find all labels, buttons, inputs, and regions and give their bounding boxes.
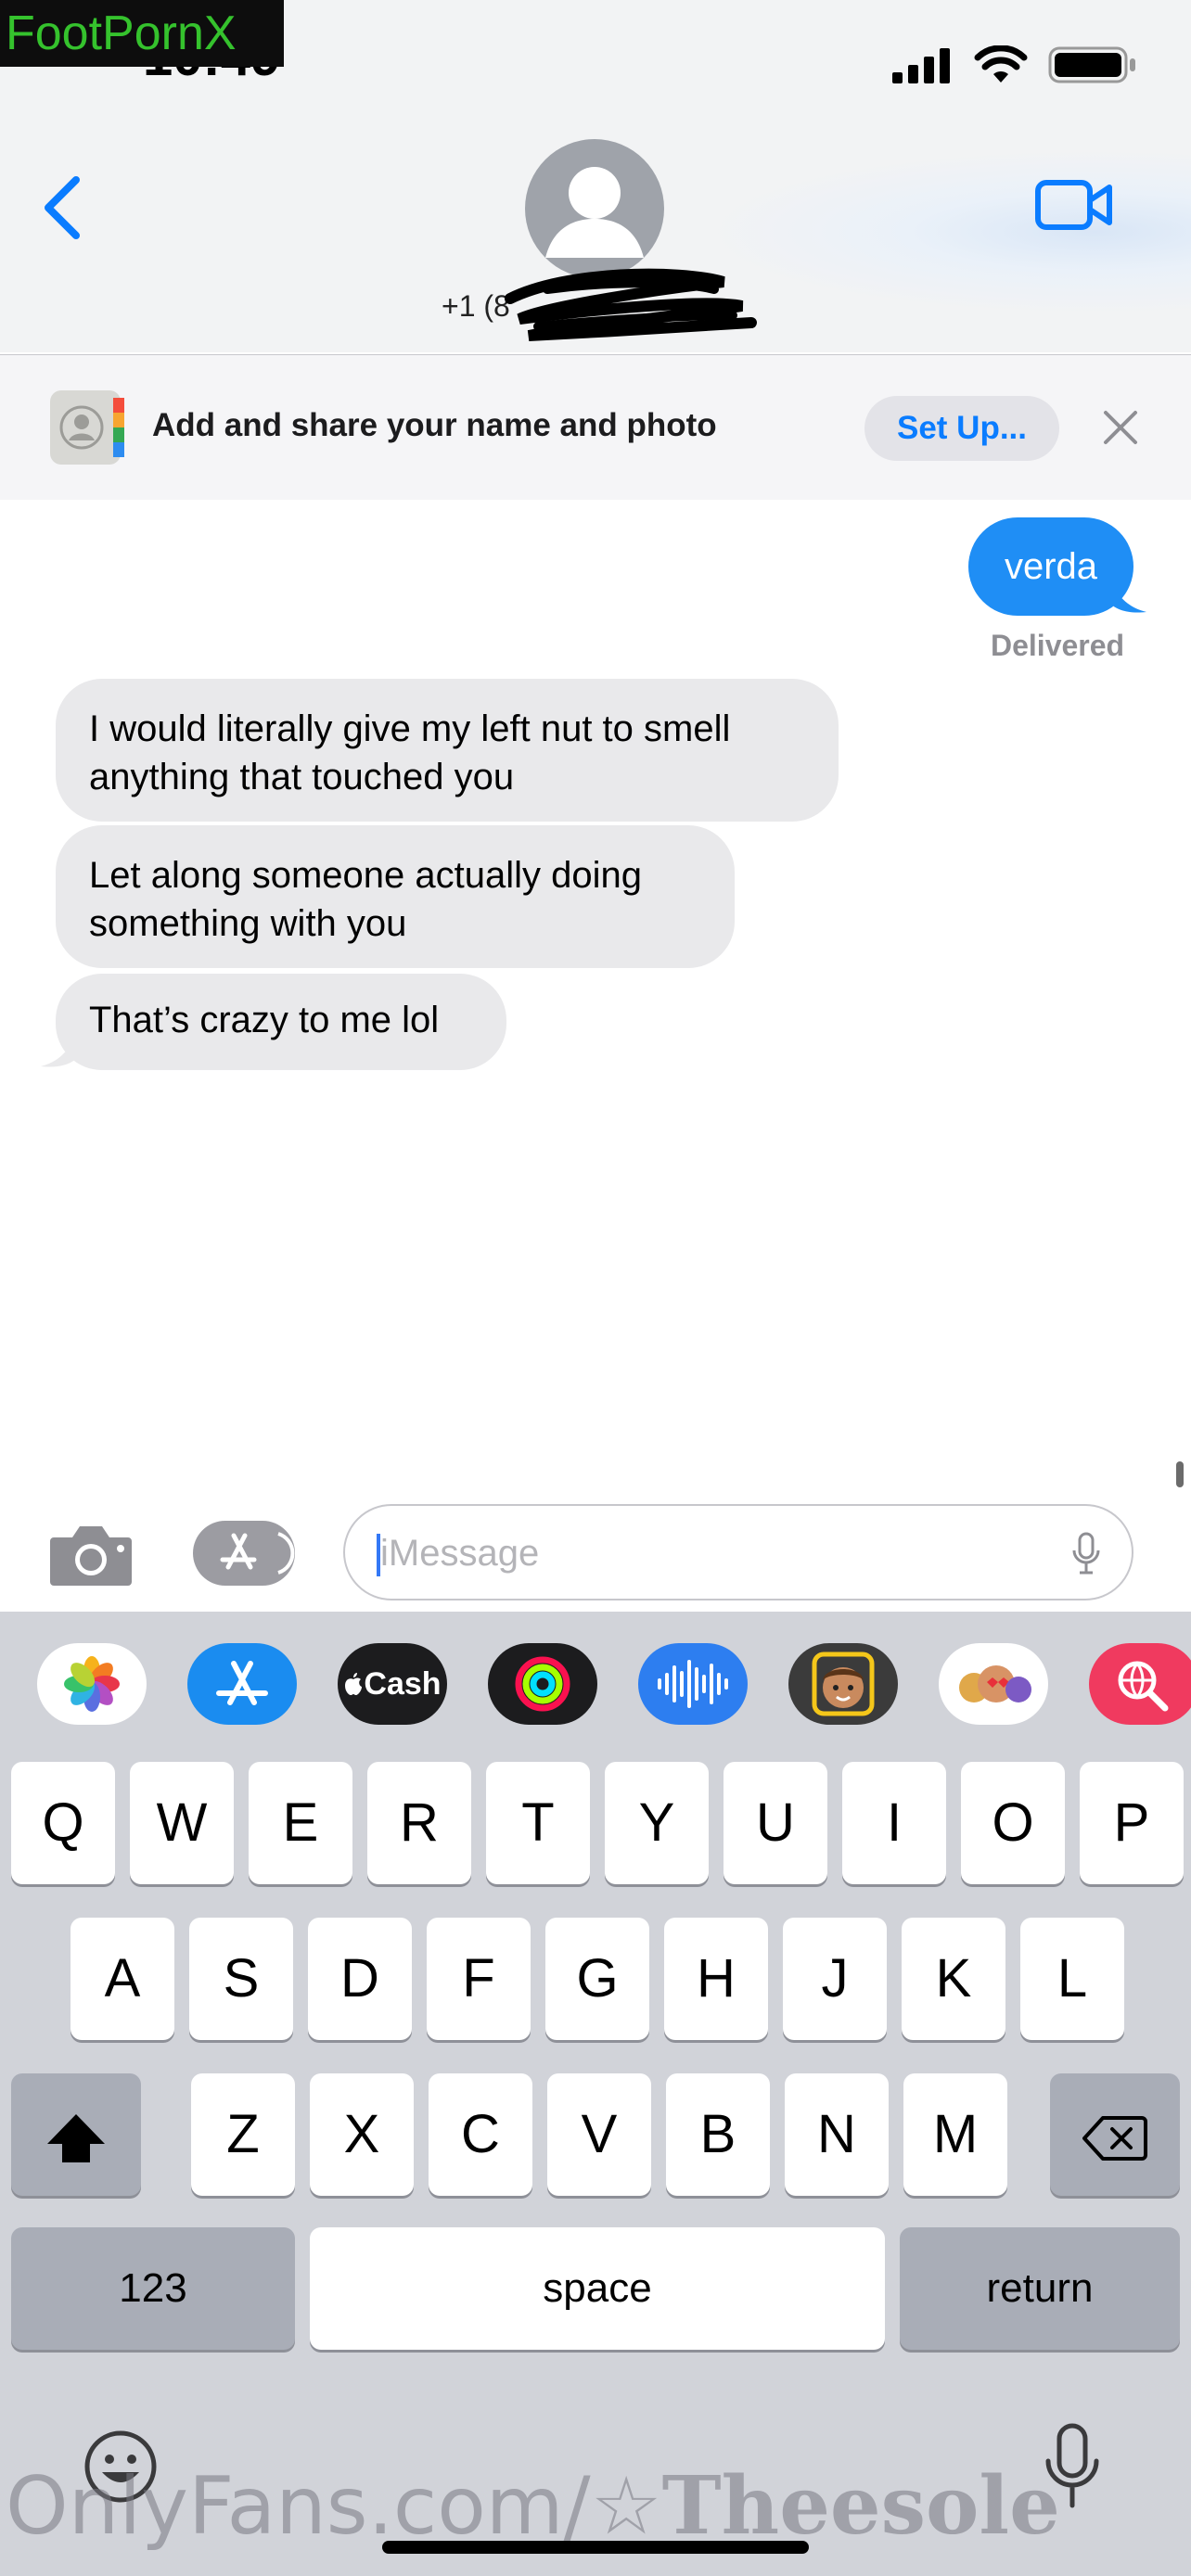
- key-d[interactable]: D: [308, 1918, 412, 2040]
- activity-icon[interactable]: [488, 1643, 597, 1725]
- scroll-indicator[interactable]: [1176, 1461, 1184, 1487]
- backspace-icon: [1082, 2115, 1147, 2161]
- imessage-text-input[interactable]: [378, 1523, 1031, 1584]
- key-r[interactable]: R: [367, 1762, 471, 1884]
- memoji-icon[interactable]: [788, 1643, 898, 1725]
- shift-arrow-icon: [47, 2113, 105, 2162]
- app-store-glyph: [216, 1661, 268, 1705]
- incoming-message[interactable]: I would literally give my left nut to sm…: [56, 679, 839, 822]
- key-m[interactable]: M: [903, 2073, 1007, 2196]
- cellular-signal-icon: [892, 48, 950, 83]
- watermark-site: OnlyFans.com/: [6, 2460, 591, 2553]
- activity-rings-icon: [515, 1656, 570, 1712]
- key-s[interactable]: S: [189, 1918, 293, 2040]
- app-drawer-button[interactable]: [193, 1521, 295, 1586]
- name-photo-setup-banner: Add and share your name and photo Set Up…: [0, 354, 1191, 500]
- close-icon[interactable]: [1100, 407, 1141, 448]
- key-k[interactable]: K: [902, 1918, 1005, 2040]
- globe-search-icon: [1118, 1661, 1169, 1712]
- key-i[interactable]: I: [842, 1762, 946, 1884]
- incoming-message[interactable]: That’s crazy to me lol: [56, 974, 506, 1070]
- key-y[interactable]: Y: [605, 1762, 709, 1884]
- conversation-header: 10:49 +1 (8 F: [0, 0, 1191, 352]
- web-search-icon[interactable]: [1089, 1643, 1191, 1725]
- key-x[interactable]: X: [310, 2073, 414, 2196]
- key-g[interactable]: G: [545, 1918, 649, 2040]
- photos-icon[interactable]: [37, 1643, 147, 1725]
- battery-icon: [1048, 46, 1135, 83]
- status-icons: [892, 45, 1137, 85]
- key-a[interactable]: A: [70, 1918, 174, 2040]
- space-key[interactable]: space: [310, 2227, 885, 2350]
- key-o[interactable]: O: [961, 1762, 1065, 1884]
- home-indicator[interactable]: [382, 2541, 809, 2554]
- back-chevron-icon[interactable]: [37, 172, 93, 243]
- key-u[interactable]: U: [724, 1762, 827, 1884]
- key-b[interactable]: B: [666, 2073, 770, 2196]
- sticker-faces-icon: [959, 1665, 1031, 1702]
- contact-avatar[interactable]: [525, 139, 664, 278]
- wifi-icon: [974, 45, 1028, 83]
- imessage-input-field[interactable]: [343, 1504, 1133, 1600]
- keyboard: Cash Q W E R T Y U I O P A S D F G H J K…: [0, 1612, 1191, 2576]
- setup-banner-text: Add and share your name and photo: [152, 407, 717, 443]
- key-w[interactable]: W: [130, 1762, 234, 1884]
- set-up-button[interactable]: Set Up...: [864, 396, 1059, 461]
- incoming-message[interactable]: Let along someone actually doing somethi…: [56, 825, 735, 968]
- key-v[interactable]: V: [547, 2073, 651, 2196]
- key-l[interactable]: L: [1020, 1918, 1124, 2040]
- redaction-scribble: [505, 268, 757, 341]
- imessage-app-strip: Cash: [0, 1612, 1191, 1764]
- contacts-card-icon: [50, 390, 124, 465]
- app-store-a-icon: [220, 1532, 295, 1575]
- memoji-face-icon: [812, 1651, 875, 1716]
- watermark-name: Theesole: [661, 2459, 1060, 2553]
- watermark-star: ☆: [590, 2460, 662, 2553]
- sound-wave-icon: [658, 1660, 728, 1708]
- key-c[interactable]: C: [429, 2073, 532, 2196]
- camera-icon[interactable]: [48, 1521, 134, 1588]
- outgoing-message[interactable]: verda: [968, 517, 1133, 616]
- key-e[interactable]: E: [249, 1762, 352, 1884]
- key-t[interactable]: T: [486, 1762, 590, 1884]
- shift-key[interactable]: [11, 2073, 141, 2196]
- person-silhouette-icon: [545, 167, 644, 258]
- numbers-key[interactable]: 123: [11, 2227, 295, 2350]
- microphone-icon[interactable]: [1072, 1532, 1100, 1575]
- memoji-stickers-icon[interactable]: [939, 1643, 1048, 1725]
- voice-memo-icon[interactable]: [638, 1643, 748, 1725]
- key-q[interactable]: Q: [11, 1762, 115, 1884]
- delete-key[interactable]: [1050, 2073, 1180, 2196]
- app-store-icon[interactable]: [187, 1643, 297, 1725]
- delivery-status: Delivered: [991, 629, 1125, 662]
- key-n[interactable]: N: [785, 2073, 889, 2196]
- apple-logo-icon: [345, 1673, 363, 1695]
- key-f[interactable]: F: [427, 1918, 531, 2040]
- photos-flower-icon: [64, 1656, 120, 1712]
- key-j[interactable]: J: [783, 1918, 887, 2040]
- key-z[interactable]: Z: [191, 2073, 295, 2196]
- facetime-video-icon[interactable]: [1035, 178, 1113, 232]
- key-h[interactable]: H: [664, 1918, 768, 2040]
- apple-cash-label: Cash: [364, 1665, 442, 1702]
- key-p[interactable]: P: [1080, 1762, 1184, 1884]
- watermark-top: FootPornX: [0, 0, 284, 67]
- watermark-bottom: OnlyFans.com/☆Theesole: [6, 2459, 1060, 2553]
- return-key[interactable]: return: [900, 2227, 1180, 2350]
- apple-cash-icon[interactable]: Cash: [338, 1643, 447, 1725]
